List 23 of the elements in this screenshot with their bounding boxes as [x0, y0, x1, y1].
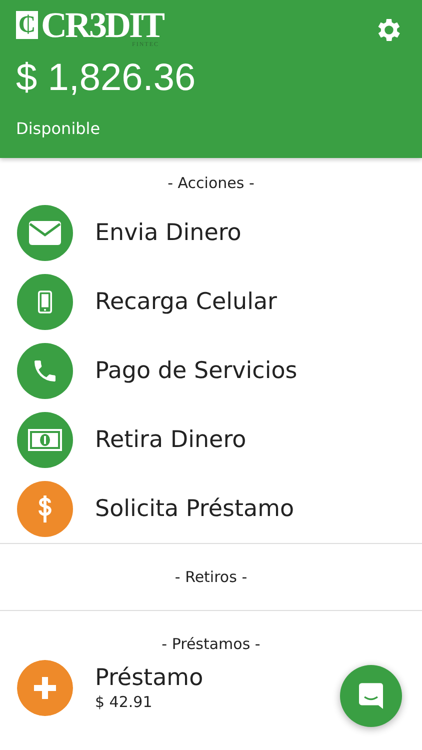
loan-amount: $ 42.91	[95, 693, 154, 711]
chat-button[interactable]	[340, 665, 402, 727]
action-label: Recarga Celular	[95, 288, 278, 314]
action-item[interactable]: Recarga Celular	[0, 267, 422, 336]
logo-text: CR3DIT	[41, 8, 164, 42]
action-label: Retira Dinero	[95, 426, 246, 452]
action-label: Envia Dinero	[95, 220, 242, 246]
section-heading: - Acciones -	[166, 174, 256, 192]
loan-title: Préstamo	[95, 665, 204, 691]
section-heading: - Retiros -	[174, 567, 248, 588]
balance-label: Disponible	[16, 119, 102, 138]
action-item[interactable]: Retira Dinero	[0, 405, 422, 474]
action-label: Pago de Servicios	[95, 358, 298, 384]
loan-item[interactable]: Préstamo $ 42.91	[0, 653, 422, 723]
plus-icon	[17, 660, 73, 716]
action-item[interactable]: Pago de Servicios	[0, 336, 422, 405]
section-heading: - Préstamos -	[160, 635, 262, 653]
action-item[interactable]: Solicita Préstamo	[0, 474, 422, 543]
chat-icon	[359, 683, 383, 709]
logo-mark: ₵	[16, 11, 38, 39]
balance-amount: $ 1,826.36	[16, 56, 197, 101]
action-item[interactable]: Envia Dinero	[0, 198, 422, 267]
action-label: Solicita Préstamo	[95, 496, 294, 522]
